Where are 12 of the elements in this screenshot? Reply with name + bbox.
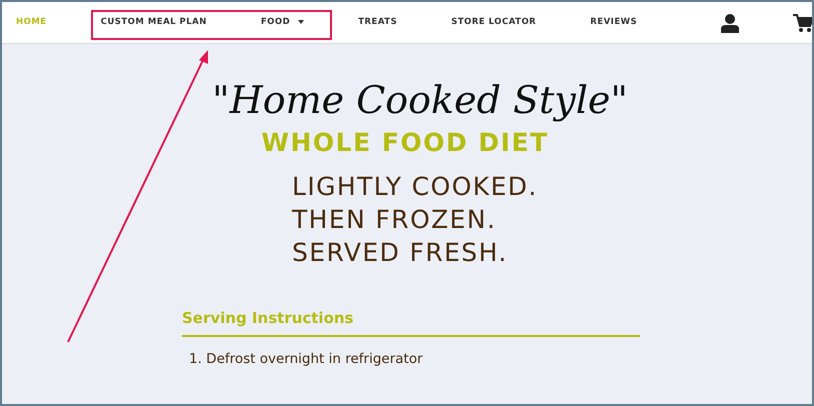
- nav-link[interactable]: CUSTOM MEAL PLAN: [100, 16, 207, 29]
- instruction-step: 1. Defrost overnight in refrigerator: [189, 349, 423, 370]
- tagline-line: THEN FROZEN.: [292, 204, 496, 236]
- nav-link[interactable]: TREATS: [358, 16, 398, 29]
- section-heading: Serving Instructions: [182, 306, 640, 338]
- nav-link[interactable]: REVIEWS: [590, 16, 638, 29]
- script-title: "Home Cooked Style": [212, 78, 628, 124]
- subtitle: WHOLE FOOD DIET: [260, 128, 550, 158]
- tagline-line: SERVED FRESH.: [292, 236, 508, 269]
- tagline-line: LIGHTLY COOKED.: [292, 170, 538, 203]
- nav-link[interactable]: FOOD: [260, 16, 304, 29]
- nav-link[interactable]: STORE LOCATOR: [451, 16, 536, 29]
